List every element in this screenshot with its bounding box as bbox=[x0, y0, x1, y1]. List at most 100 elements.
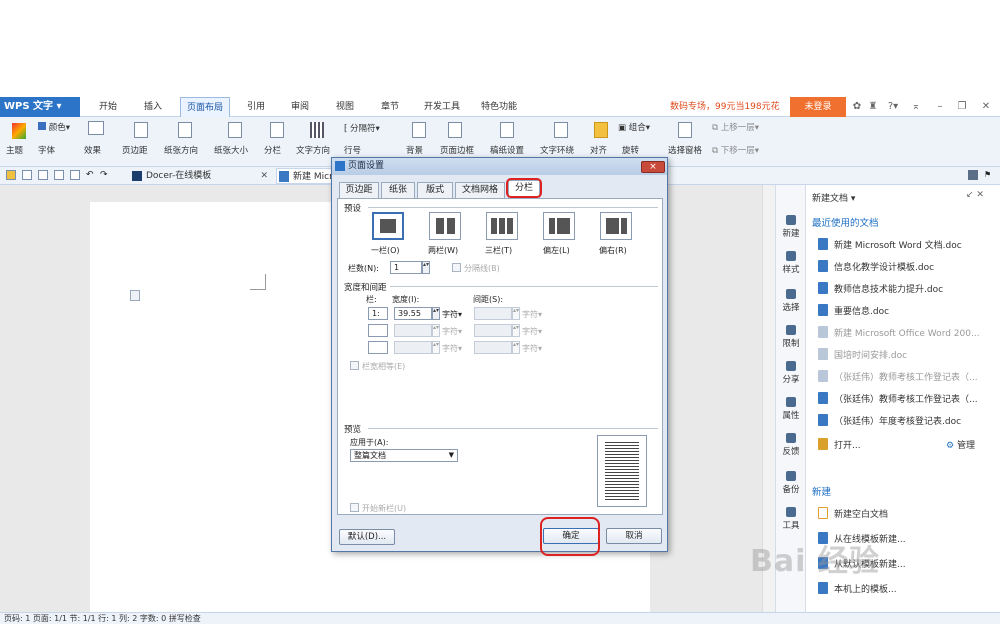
export-icon[interactable] bbox=[38, 170, 48, 180]
width-input-3[interactable] bbox=[394, 341, 432, 354]
recent-file-item[interactable]: 国培时间安排.doc bbox=[818, 348, 907, 361]
menu-tab-view[interactable]: 视图 bbox=[327, 97, 363, 117]
tab-doc-grid[interactable]: 文档网格 bbox=[455, 182, 505, 198]
restore-icon[interactable]: ❐ bbox=[954, 97, 970, 117]
num-columns-spinner[interactable]: ▴▾ bbox=[422, 261, 430, 274]
spacing-input-1[interactable] bbox=[474, 307, 512, 320]
theme-button[interactable]: 主题 bbox=[6, 144, 23, 156]
recent-file-item[interactable]: 教师信息技术能力提升.doc bbox=[818, 282, 943, 295]
recent-file-item[interactable]: 信息化教学设计模板.doc bbox=[818, 260, 934, 273]
separator-button[interactable]: ⁅ 分隔符▾ bbox=[344, 122, 380, 134]
spacing-unit-3[interactable]: 字符▾ bbox=[522, 343, 542, 354]
menu-tab-page-layout[interactable]: 页面布局 bbox=[180, 97, 230, 117]
promo-link[interactable]: 数码专场，99元当198元花 bbox=[670, 97, 780, 117]
font-button[interactable]: 字体 bbox=[38, 144, 55, 156]
spacing-spinner-1[interactable]: ▴▾ bbox=[512, 307, 520, 320]
default-button[interactable]: 默认(D)... bbox=[339, 529, 395, 545]
width-spinner-1[interactable]: ▴▾ bbox=[432, 307, 440, 320]
panel-dropdown[interactable]: 新建文档 ▾ bbox=[812, 191, 855, 204]
selection-pane-button[interactable]: 选择窗格 bbox=[668, 144, 702, 156]
manuscript-button[interactable]: 稿纸设置 bbox=[490, 144, 524, 156]
spacing-input-2[interactable] bbox=[474, 324, 512, 337]
columns-button[interactable]: 分栏 bbox=[264, 144, 281, 156]
colors-button[interactable]: 颜色▾ bbox=[38, 121, 70, 133]
preview-icon[interactable] bbox=[70, 170, 80, 180]
effects-button[interactable]: 效果 bbox=[84, 144, 101, 156]
side-tab-share[interactable]: 分享 bbox=[776, 361, 806, 385]
width-input-2[interactable] bbox=[394, 324, 432, 337]
width-spinner-3[interactable]: ▴▾ bbox=[432, 341, 440, 354]
spacing-spinner-2[interactable]: ▴▾ bbox=[512, 324, 520, 337]
preset-left[interactable] bbox=[543, 212, 575, 240]
menu-tab-chapter[interactable]: 章节 bbox=[372, 97, 408, 117]
start-new-column-checkbox[interactable] bbox=[350, 503, 359, 512]
line-numbers-button[interactable]: 行号 bbox=[344, 144, 361, 156]
minimize-icon[interactable]: – bbox=[932, 97, 948, 117]
layout-icon[interactable] bbox=[968, 170, 978, 180]
manage-link[interactable]: ⚙ 管理 bbox=[946, 438, 975, 451]
width-unit-1[interactable]: 字符▾ bbox=[442, 309, 462, 320]
group-button[interactable]: ▣ 组合▾ bbox=[618, 121, 650, 133]
wps-menu-button[interactable]: WPS 文字 ▾ bbox=[0, 97, 80, 117]
side-tab-new[interactable]: 新建 bbox=[776, 215, 806, 239]
spacing-unit-1[interactable]: 字符▾ bbox=[522, 309, 542, 320]
side-tab-feedback[interactable]: 反馈 bbox=[776, 433, 806, 457]
undo-icon[interactable]: ↶ bbox=[86, 170, 96, 180]
collapse-ribbon-icon[interactable]: ⌅ bbox=[908, 97, 924, 117]
login-button[interactable]: 未登录 bbox=[790, 97, 846, 117]
menu-tab-start[interactable]: 开始 bbox=[90, 97, 126, 117]
side-tab-properties[interactable]: 属性 bbox=[776, 397, 806, 421]
equal-width-checkbox[interactable] bbox=[350, 361, 359, 370]
paper-size-button[interactable]: 纸张大小 bbox=[214, 144, 248, 156]
tab-layout[interactable]: 版式 bbox=[417, 182, 453, 198]
recent-file-item[interactable]: （张廷伟）教师考核工作登记表（... bbox=[818, 370, 978, 383]
skin-icon[interactable]: ✿ bbox=[850, 97, 864, 117]
dialog-title-bar[interactable]: 页面设置 bbox=[332, 158, 667, 175]
side-tab-backup[interactable]: 备份 bbox=[776, 471, 806, 495]
preset-right[interactable] bbox=[600, 212, 632, 240]
doc-tab-docer[interactable]: Docer-在线模板 ✕ bbox=[130, 168, 270, 184]
tab-margins[interactable]: 页边距 bbox=[339, 182, 379, 198]
shirt-icon[interactable]: ♜ bbox=[866, 97, 880, 117]
side-tab-select[interactable]: 选择 bbox=[776, 289, 806, 313]
side-tab-style[interactable]: 样式 bbox=[776, 251, 806, 275]
separator-checkbox[interactable] bbox=[452, 263, 461, 272]
recent-file-item[interactable]: （张廷伟）年度考核登记表.doc bbox=[818, 414, 961, 427]
pin-icon[interactable]: ⚑ bbox=[984, 170, 994, 180]
width-spinner-2[interactable]: ▴▾ bbox=[432, 324, 440, 337]
recent-file-item[interactable]: 新建 Microsoft Office Word 200... bbox=[818, 326, 980, 339]
close-window-icon[interactable]: ✕ bbox=[978, 97, 994, 117]
preset-three-columns[interactable] bbox=[486, 212, 518, 240]
effects-icon[interactable] bbox=[88, 121, 104, 135]
apply-to-select[interactable]: 整篇文档 ▼ bbox=[350, 449, 458, 462]
save-icon[interactable] bbox=[22, 170, 32, 180]
menu-tab-review[interactable]: 审阅 bbox=[282, 97, 318, 117]
paste-options-icon[interactable] bbox=[130, 290, 140, 301]
width-input-1[interactable]: 39.55 bbox=[394, 307, 432, 320]
menu-tab-features[interactable]: 特色功能 bbox=[474, 97, 524, 117]
recent-file-item[interactable]: 重要信息.doc bbox=[818, 304, 889, 317]
recent-file-item[interactable]: （张廷伟）教师考核工作登记表（... bbox=[818, 392, 978, 405]
spacing-spinner-3[interactable]: ▴▾ bbox=[512, 341, 520, 354]
local-templates[interactable]: 本机上的模板... bbox=[818, 582, 897, 595]
theme-icon[interactable] bbox=[12, 123, 26, 139]
cancel-button[interactable]: 取消 bbox=[606, 528, 662, 544]
num-columns-input[interactable]: 1 bbox=[390, 261, 422, 274]
preset-two-columns[interactable] bbox=[429, 212, 461, 240]
doc-tab-current[interactable]: 新建 Microsoft Word 文档 bbox=[276, 168, 336, 184]
side-tab-restrict[interactable]: 限制 bbox=[776, 325, 806, 349]
panel-pin-icon[interactable]: ↙ ✕ bbox=[966, 190, 984, 200]
help-icon[interactable]: ?▾ bbox=[882, 97, 904, 117]
dialog-close-button[interactable]: × bbox=[641, 161, 665, 173]
new-blank-doc[interactable]: 新建空白文档 bbox=[818, 507, 888, 520]
recent-file-item[interactable]: 新建 Microsoft Word 文档.doc bbox=[818, 238, 962, 251]
spacing-input-3[interactable] bbox=[474, 341, 512, 354]
menu-tab-insert[interactable]: 插入 bbox=[135, 97, 171, 117]
width-unit-2[interactable]: 字符▾ bbox=[442, 326, 462, 337]
redo-icon[interactable]: ↷ bbox=[100, 170, 110, 180]
width-unit-3[interactable]: 字符▾ bbox=[442, 343, 462, 354]
align-button[interactable]: 对齐 bbox=[590, 144, 607, 156]
tab-paper[interactable]: 纸张 bbox=[381, 182, 415, 198]
send-backward-button[interactable]: ⧉ 下移一层▾ bbox=[712, 144, 759, 156]
menu-tab-references[interactable]: 引用 bbox=[238, 97, 274, 117]
